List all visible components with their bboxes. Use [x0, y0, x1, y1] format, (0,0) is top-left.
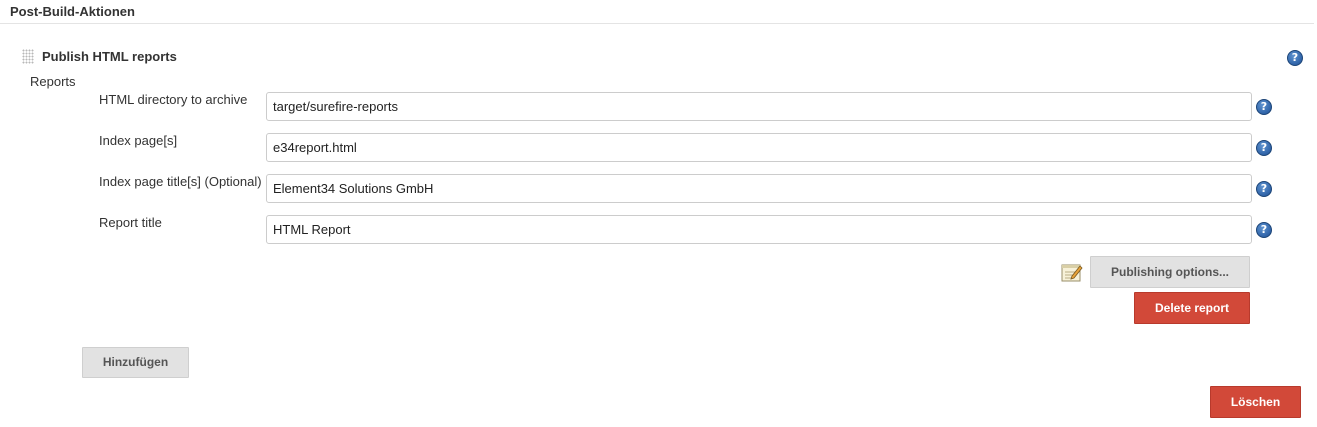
index-page-titles-label: Index page title[s] (Optional)	[99, 174, 262, 189]
drag-handle-icon[interactable]	[22, 49, 34, 64]
index-pages-input[interactable]	[266, 133, 1252, 162]
delete-button[interactable]: Löschen	[1210, 386, 1301, 418]
index-page-titles-input[interactable]	[266, 174, 1252, 203]
html-directory-input[interactable]	[266, 92, 1252, 121]
section-header: Post-Build-Aktionen	[10, 4, 135, 19]
section-divider	[0, 23, 1314, 24]
index-page-titles-help-icon[interactable]: ?	[1256, 181, 1272, 197]
report-title-label: Report title	[99, 215, 162, 230]
index-pages-help-icon[interactable]: ?	[1256, 140, 1272, 156]
publisher-title: Publish HTML reports	[42, 49, 177, 64]
report-title-input[interactable]	[266, 215, 1252, 244]
html-directory-label: HTML directory to archive	[99, 92, 248, 107]
reports-label: Reports	[30, 74, 76, 89]
html-directory-help-icon[interactable]: ?	[1256, 99, 1272, 115]
report-title-help-icon[interactable]: ?	[1256, 222, 1272, 238]
notepad-icon[interactable]	[1061, 262, 1083, 282]
delete-report-button[interactable]: Delete report	[1134, 292, 1250, 324]
add-button[interactable]: Hinzufügen	[82, 347, 189, 378]
index-pages-label: Index page[s]	[99, 133, 178, 148]
publishing-options-button[interactable]: Publishing options...	[1090, 256, 1250, 288]
publisher-help-icon[interactable]: ?	[1287, 50, 1303, 66]
